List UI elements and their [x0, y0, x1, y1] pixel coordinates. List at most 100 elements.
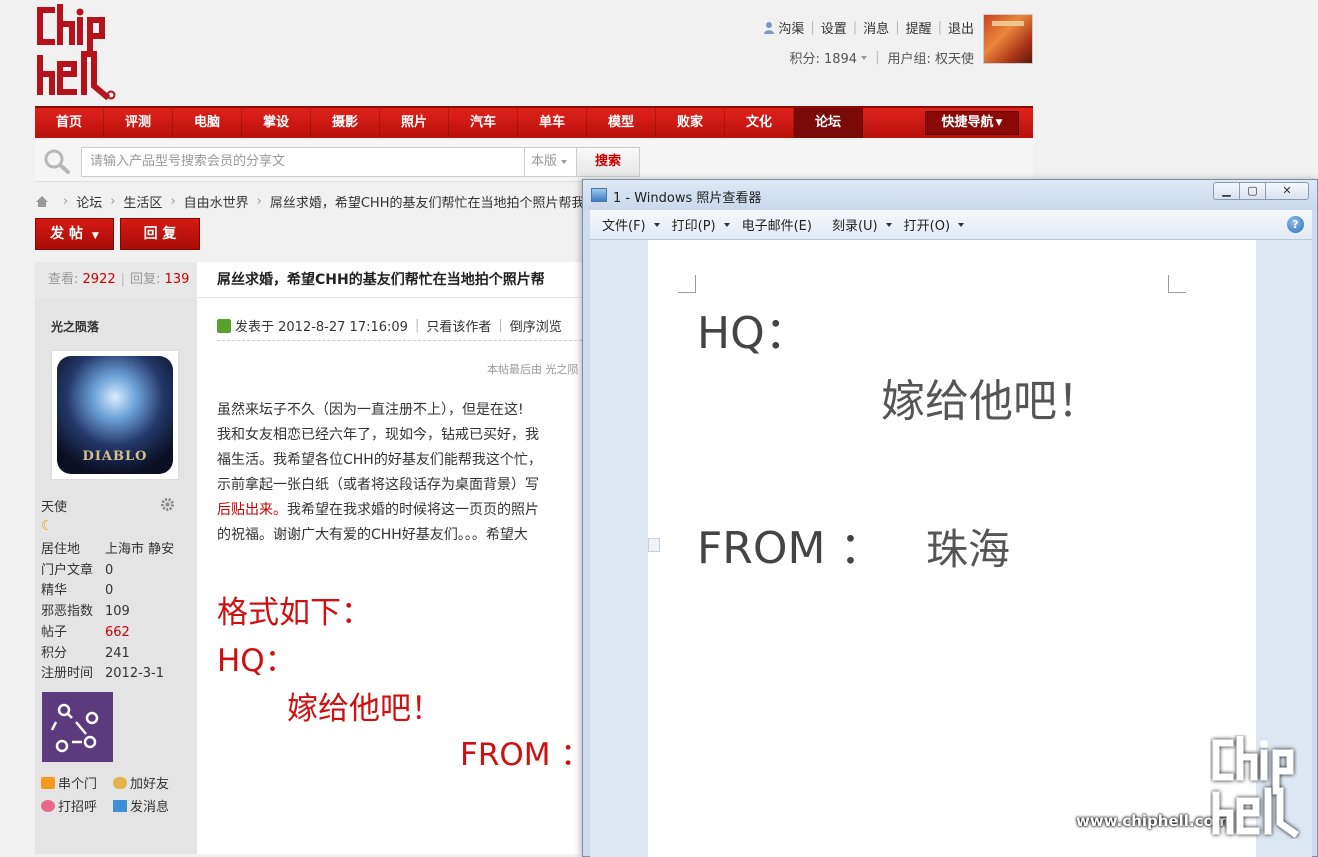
- photo-viewer-icon: [591, 188, 607, 202]
- quick-nav-button[interactable]: 快捷导航 ▼: [925, 111, 1019, 135]
- messages-link[interactable]: 消息: [863, 18, 889, 37]
- nav-item-bikes[interactable]: 单车: [518, 108, 587, 138]
- page-corner-mark: [678, 275, 696, 293]
- envelope-icon: [113, 800, 128, 812]
- nav-item-handheld[interactable]: 掌设: [242, 108, 311, 138]
- title-bar[interactable]: 1 - Windows 照片查看器 ▁ ▢ ✕: [583, 180, 1317, 210]
- format-marry: 嫁给他吧！: [287, 691, 442, 727]
- chiphell-logo[interactable]: [34, 4, 120, 100]
- info-key: 精华: [41, 583, 68, 599]
- notifications-link[interactable]: 提醒: [906, 18, 932, 37]
- maximize-button[interactable]: ▢: [1239, 182, 1266, 200]
- nav-item-spending[interactable]: 败家: [656, 108, 725, 138]
- breadcrumb-board[interactable]: 自由水世界: [184, 192, 249, 211]
- menu-file[interactable]: 文件(F): [602, 215, 660, 234]
- author-avatar[interactable]: DIABLO: [51, 350, 179, 480]
- search-icon: [44, 149, 70, 174]
- handshake-icon: [113, 777, 128, 789]
- nav-item-models[interactable]: 模型: [587, 108, 656, 138]
- settings-link[interactable]: 设置: [821, 18, 847, 37]
- views-count: 2922: [82, 272, 116, 287]
- minimize-button[interactable]: ▁: [1213, 182, 1240, 200]
- visit-link[interactable]: 串个门: [41, 773, 97, 796]
- menu-email[interactable]: 电子邮件(E): [742, 215, 812, 234]
- chevron-down-icon[interactable]: [861, 55, 868, 60]
- avatar[interactable]: [983, 14, 1033, 64]
- info-key: 门户文章: [41, 562, 94, 578]
- chevron-down-icon: [561, 159, 568, 164]
- nav-item-pc[interactable]: 电脑: [173, 108, 242, 138]
- nav-item-culture[interactable]: 文化: [725, 108, 794, 138]
- info-key: 邪恶指数: [41, 604, 94, 620]
- info-row: 帖子 662: [41, 623, 174, 644]
- post-line: 的祝福。谢谢广大有爱的CHH好基友们。。。希望大: [217, 527, 528, 543]
- online-icon: [217, 318, 231, 333]
- breadcrumb-thread[interactable]: 屌丝求婚，希望CHH的基友们帮忙在当地拍个照片帮我求: [270, 192, 598, 211]
- search-input[interactable]: 请输入产品型号搜索会员的分享文: [81, 147, 525, 177]
- search-button[interactable]: 搜索: [576, 147, 640, 177]
- score-link[interactable]: 积分: 1894: [789, 48, 857, 67]
- info-row: 居住地 上海市 静安: [41, 540, 174, 561]
- help-icon[interactable]: ?: [1287, 216, 1304, 233]
- close-button[interactable]: ✕: [1265, 182, 1309, 200]
- new-post-button[interactable]: 发 帖 ▼: [35, 218, 114, 250]
- info-row: 精华 0: [41, 581, 174, 602]
- image-text-marry: 嫁给他吧！: [881, 376, 1101, 427]
- info-row: 门户文章 0: [41, 561, 174, 582]
- page-corner-mark: [1168, 275, 1186, 293]
- search-scope-select[interactable]: 本版: [525, 147, 577, 177]
- edit-note: 本帖最后由 光之陨: [487, 363, 579, 376]
- share-medal-icon[interactable]: [42, 692, 113, 762]
- nav-item-forum[interactable]: 论坛: [794, 108, 863, 138]
- info-value: 上海市 静安: [105, 542, 175, 557]
- reverse-order-link[interactable]: 倒序浏览: [510, 316, 562, 335]
- greet-link[interactable]: 打招呼: [41, 796, 97, 819]
- info-row: 邪恶指数 109: [41, 602, 174, 623]
- nav-item-cars[interactable]: 汽车: [449, 108, 518, 138]
- add-friend-label: 加好友: [130, 777, 170, 792]
- post-line: 我和女友相恋已经六年了，现如今，钻戒已买好，我: [217, 427, 539, 443]
- nav-item-photos[interactable]: 照片: [380, 108, 449, 138]
- viewer-menu-bar: 文件(F) 打印(P) 电子邮件(E) 刻录(U) 打开(O) ?: [590, 210, 1312, 240]
- breadcrumb: › 论坛 › 生活区 › 自由水世界 › 屌丝求婚，希望CHH的基友们帮忙在当地…: [35, 192, 598, 211]
- info-value: 0: [105, 562, 114, 578]
- chevron-down-icon: [885, 222, 892, 227]
- avatar-caption: DIABLO: [82, 449, 148, 464]
- post-line: 后贴出来。我希望在我求婚的时候将这一页页的照片: [217, 498, 587, 523]
- replies-label: 回复:: [130, 272, 161, 287]
- breadcrumb-life[interactable]: 生活区: [123, 192, 162, 211]
- greet-label: 打招呼: [58, 800, 98, 815]
- replies-count: 139: [164, 272, 190, 287]
- menu-burn[interactable]: 刻录(U): [832, 215, 892, 234]
- info-key: 帖子: [41, 624, 68, 640]
- username-link[interactable]: 沟渠: [778, 18, 804, 37]
- nav-item-review[interactable]: 评测: [104, 108, 173, 138]
- logout-link[interactable]: 退出: [948, 18, 974, 37]
- reply-button[interactable]: 回 复: [120, 218, 200, 250]
- views-label: 查看:: [48, 272, 79, 287]
- menu-print[interactable]: 打印(P): [672, 215, 730, 234]
- add-friend-link[interactable]: 加好友: [113, 773, 169, 796]
- window-title: 1 - Windows 照片查看器: [613, 191, 762, 206]
- menu-burn-label: 刻录(U): [831, 219, 878, 234]
- send-message-link[interactable]: 发消息: [113, 796, 169, 819]
- info-value[interactable]: 662: [105, 623, 130, 644]
- only-author-link[interactable]: 只看该作者: [426, 316, 491, 335]
- info-value: 0: [105, 583, 114, 599]
- info-key: 积分: [41, 645, 68, 661]
- nav-item-photography[interactable]: 摄影: [311, 108, 380, 138]
- new-post-label: 发 帖: [50, 226, 84, 242]
- search-bar: 请输入产品型号搜索会员的分享文 本版 搜索: [35, 140, 1033, 182]
- score-bar: 积分: 1894 | 用户组: 权天使: [789, 48, 974, 67]
- author-sidebar: 光之陨落 DIABLO 天使 ☾ 居住地 上海市 静安 门户文章 0 精华 0 邪恶指…: [35, 298, 197, 854]
- menu-open[interactable]: 打开(O): [904, 215, 965, 234]
- gear-icon[interactable]: [160, 497, 175, 512]
- home-icon[interactable]: [35, 195, 49, 208]
- nav-item-home[interactable]: 首页: [35, 108, 104, 138]
- author-rank: 天使: [41, 500, 68, 515]
- author-name[interactable]: 光之陨落: [51, 318, 99, 335]
- breadcrumb-forum[interactable]: 论坛: [76, 192, 102, 211]
- format-hq: HQ：: [217, 643, 296, 679]
- user-group-link[interactable]: 用户组: 权天使: [887, 48, 974, 67]
- info-key: 注册时间: [41, 666, 94, 682]
